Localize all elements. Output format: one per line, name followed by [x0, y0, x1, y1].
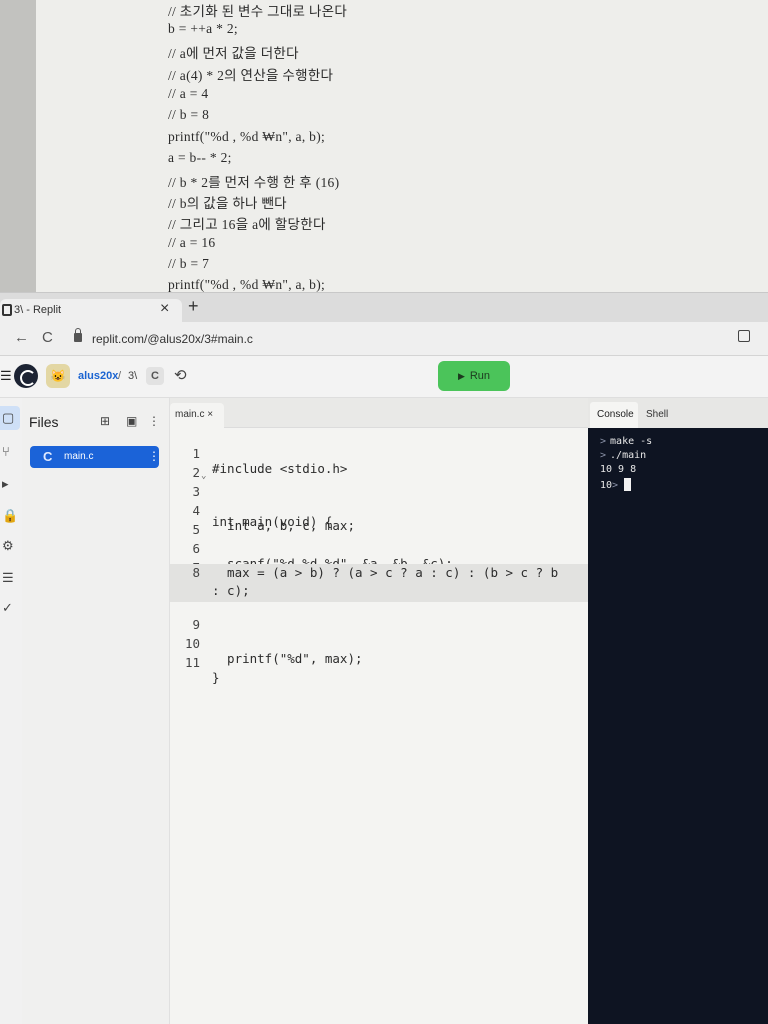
language-badge-icon: C: [146, 367, 164, 385]
lock-icon: [74, 328, 82, 342]
code-editor[interactable]: main.c × 1 #include <stdio.h> 2 3 ⌄ int …: [170, 398, 588, 1024]
background-document: // 초기화 된 변수 그대로 나온다 b = ++a * 2; // a에 먼…: [0, 0, 768, 292]
checkmark-icon[interactable]: ✓: [2, 600, 13, 616]
code-text: }: [212, 670, 220, 685]
doc-line: // b = 7: [168, 256, 210, 271]
back-icon[interactable]: ←: [14, 329, 29, 346]
console-command: make -s: [610, 436, 653, 447]
secrets-icon[interactable]: 🔒: [2, 508, 18, 524]
code-line: 2: [170, 450, 588, 480]
history-icon[interactable]: ⟲: [174, 366, 187, 384]
doc-line: // a(4) * 2의 연산을 수행한다: [168, 68, 334, 83]
doc-line: // b = 8: [168, 107, 210, 122]
tab-close-icon[interactable]: ×: [160, 300, 169, 318]
files-panel: Files ⊞ ▣ ⋮ C main.c ⋮: [22, 398, 170, 1024]
file-item-main-c[interactable]: C main.c ⋮: [30, 446, 160, 468]
new-file-icon[interactable]: ⊞: [100, 414, 110, 428]
console-panel[interactable]: Console Shell > make -s > ./main 10 9 8 10…: [588, 398, 768, 1024]
console-output: 10 9 8: [600, 464, 637, 475]
console-tab-bar: Console Shell: [588, 398, 768, 428]
doc-line: // a = 4: [168, 86, 209, 101]
browser-tab[interactable]: 3\ - Replit ×: [0, 299, 182, 323]
breadcrumb-separator: /: [118, 370, 122, 382]
prompt-icon: >: [600, 450, 607, 461]
run-shell-icon[interactable]: ▸: [2, 476, 9, 492]
code-line-active: 8 max = (a > b) ? (a > c ? a : c) : (b >…: [170, 564, 588, 602]
console-line: > make -s: [600, 436, 652, 447]
repl-name[interactable]: 3\: [128, 370, 137, 382]
line-number: 11: [184, 655, 200, 670]
console-command: ./main: [610, 450, 647, 461]
console-input-line[interactable]: 10>: [600, 478, 632, 491]
browser-tab-bar: 3\ - Replit × +: [0, 292, 768, 323]
editor-tab-bar: main.c ×: [170, 398, 588, 428]
url-field[interactable]: replit.com/@alus20x/3#main.c: [92, 332, 253, 346]
address-bar: ← C replit.com/@alus20x/3#main.c: [0, 322, 768, 356]
doc-line: // a에 먼저 값을 더한다: [168, 46, 299, 61]
editor-tab-main-c[interactable]: main.c ×: [170, 403, 224, 428]
c-file-icon: C: [43, 449, 53, 464]
replit-header: ☰ 😺 alus20x / 3\ C ⟲ ▶ Run: [0, 356, 768, 398]
settings-icon[interactable]: ⚙: [2, 538, 14, 554]
git-icon[interactable]: ⑂: [2, 444, 10, 459]
new-tab-button[interactable]: +: [188, 296, 199, 317]
doc-line: // b의 값을 하나 뺀다: [168, 196, 287, 211]
document-margin: [0, 0, 36, 292]
reload-icon[interactable]: C: [42, 329, 53, 346]
fold-chevron-icon[interactable]: ⌄: [201, 471, 206, 481]
run-button[interactable]: ▶ Run: [438, 361, 510, 391]
doc-line: b = ++a * 2;: [168, 21, 238, 36]
doc-line: printf("%d , %d ₩n", a, b);: [168, 129, 326, 144]
code-line: 11 }: [170, 640, 588, 685]
play-icon: ▶: [457, 371, 465, 381]
file-more-icon[interactable]: ⋮: [148, 449, 160, 463]
code-line: 6 scanf("%d %d %d", &a, &b, &c);: [170, 526, 588, 571]
database-icon[interactable]: ☰: [2, 570, 14, 586]
code-text: max = (a > b) ? (a > c ? a : c) : (b > c…: [212, 565, 559, 580]
new-folder-icon[interactable]: ▣: [126, 414, 137, 428]
username-link[interactable]: alus20x: [78, 370, 118, 382]
document-page: [36, 0, 768, 292]
run-label: Run: [469, 370, 491, 382]
files-icon[interactable]: ▢: [2, 410, 14, 426]
code-line: 7: [170, 545, 588, 575]
doc-line: printf("%d , %d ₩n", a, b);: [168, 277, 326, 292]
prompt-icon: >: [612, 480, 619, 491]
tab-shell[interactable]: Shell: [646, 409, 668, 420]
prompt-icon: >: [600, 436, 607, 447]
code-line: 1 #include <stdio.h>: [170, 431, 588, 476]
code-line: 10 printf("%d", max);: [170, 621, 588, 666]
text-cursor: [624, 478, 632, 491]
console-output: 10: [600, 480, 613, 491]
code-line: 9: [170, 602, 588, 632]
doc-line: // 그리고 16을 a에 할당한다: [168, 217, 326, 232]
tab-console[interactable]: Console: [590, 402, 638, 428]
doc-line: // b * 2를 먼저 수행 한 후 (16): [168, 175, 340, 190]
doc-line: a = b-- * 2;: [168, 150, 232, 165]
code-line: 4 int a, b, c, max;: [170, 488, 588, 533]
doc-line: // a = 16: [168, 235, 216, 250]
avatar[interactable]: 😺: [46, 364, 70, 388]
code-text-wrapped: : c);: [212, 583, 250, 598]
doc-line: // 초기화 된 변수 그대로 나온다: [168, 4, 348, 19]
console-line: > ./main: [600, 450, 646, 461]
left-rail: ▢ ⑂ ▸ 🔒 ⚙ ☰ ✓: [0, 398, 22, 1024]
open-external-icon[interactable]: [738, 330, 750, 342]
replit-logo-icon[interactable]: [14, 364, 38, 388]
files-title: Files: [29, 414, 59, 430]
tab-title: 3\ - Replit: [14, 304, 62, 316]
code-line: 5: [170, 507, 588, 537]
code-line: 3 ⌄ int main(void) {: [170, 469, 588, 529]
files-more-icon[interactable]: ⋮: [148, 414, 160, 428]
file-name: main.c: [64, 451, 94, 462]
replit-favicon-icon: [2, 304, 12, 316]
menu-icon[interactable]: ☰: [0, 368, 12, 384]
line-number: 8: [192, 565, 200, 580]
